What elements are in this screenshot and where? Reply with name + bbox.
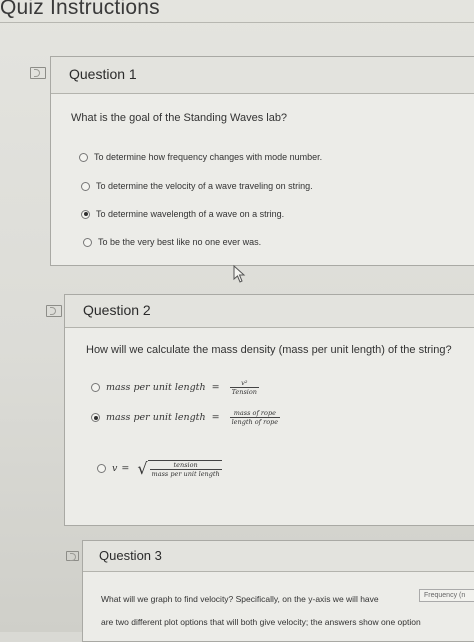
page-title: Quiz Instructions <box>0 0 160 19</box>
fraction: tension mass per unit length <box>147 459 222 478</box>
radio-button[interactable] <box>91 383 100 392</box>
radio-button[interactable] <box>97 464 106 473</box>
question-2-option-3[interactable]: v = √ tension mass per unit length <box>97 459 222 478</box>
fraction: mass of rope length of rope <box>229 409 281 426</box>
flag-question-2-icon[interactable] <box>46 305 62 317</box>
question-2-option-2[interactable]: mass per unit length = mass of rope leng… <box>91 409 281 426</box>
equals-sign: = <box>211 382 220 393</box>
denominator: Tension <box>229 387 259 396</box>
option-label: To be the very best like no one ever was… <box>98 237 262 247</box>
question-2-card: Question 2 How will we calculate the mas… <box>64 294 474 526</box>
numerator: mass of rope <box>233 409 276 417</box>
option-label: To determine the velocity of a wave trav… <box>96 181 313 191</box>
question-3-card: Question 3 What will we graph to find ve… <box>82 540 474 642</box>
radio-button-selected[interactable] <box>81 209 90 219</box>
mouse-pointer-icon <box>233 264 246 283</box>
equals-sign: = <box>211 412 220 423</box>
option-label: To determine how frequency changes with … <box>94 152 323 162</box>
square-root: √ tension mass per unit length <box>137 459 222 478</box>
question-3-label: Question 3 <box>99 548 162 563</box>
title-divider <box>0 22 474 23</box>
denominator: mass per unit length <box>149 468 222 478</box>
radio-button[interactable] <box>79 152 88 162</box>
radio-button-selected[interactable] <box>91 413 100 422</box>
equation-lhs: mass per unit length <box>106 412 206 423</box>
equation-lhs: mass per unit length <box>106 382 206 393</box>
question-1-option-1[interactable]: To determine how frequency changes with … <box>79 152 322 162</box>
flag-question-3-icon[interactable] <box>66 551 79 561</box>
question-1-label: Question 1 <box>69 66 137 82</box>
y-axis-dropdown[interactable]: Frequency (n <box>419 589 474 602</box>
radio-button[interactable] <box>83 237 92 247</box>
radical-sign-icon: √ <box>137 459 148 478</box>
radio-button[interactable] <box>81 181 90 191</box>
question-1-prompt: What is the goal of the Standing Waves l… <box>71 112 288 124</box>
question-1-option-2[interactable]: To determine the velocity of a wave trav… <box>81 181 313 191</box>
question-3-prompt-line-1: What will we graph to find velocity? Spe… <box>101 594 379 604</box>
question-2-label: Question 2 <box>83 302 151 318</box>
option-label: To determine wavelength of a wave on a s… <box>96 209 285 219</box>
quiz-page: Quiz Instructions Question 1 What is the… <box>0 0 474 642</box>
question-1-option-3[interactable]: To determine wavelength of a wave on a s… <box>81 209 284 219</box>
equation-lhs: v <box>112 463 118 474</box>
numerator: v² <box>241 379 248 387</box>
equals-sign: = <box>121 463 130 474</box>
question-2-prompt: How will we calculate the mass density (… <box>86 344 452 356</box>
question-3-prompt-line-2: are two different plot options that will… <box>101 617 421 627</box>
fraction: v² Tension <box>229 379 259 396</box>
question-1-option-4[interactable]: To be the very best like no one ever was… <box>83 237 261 247</box>
question-1-card: Question 1 What is the goal of the Stand… <box>50 56 474 266</box>
question-2-option-1[interactable]: mass per unit length = v² Tension <box>91 379 259 396</box>
denominator: length of rope <box>229 417 281 426</box>
flag-question-1-icon[interactable] <box>30 67 46 79</box>
numerator: tension <box>173 460 198 469</box>
